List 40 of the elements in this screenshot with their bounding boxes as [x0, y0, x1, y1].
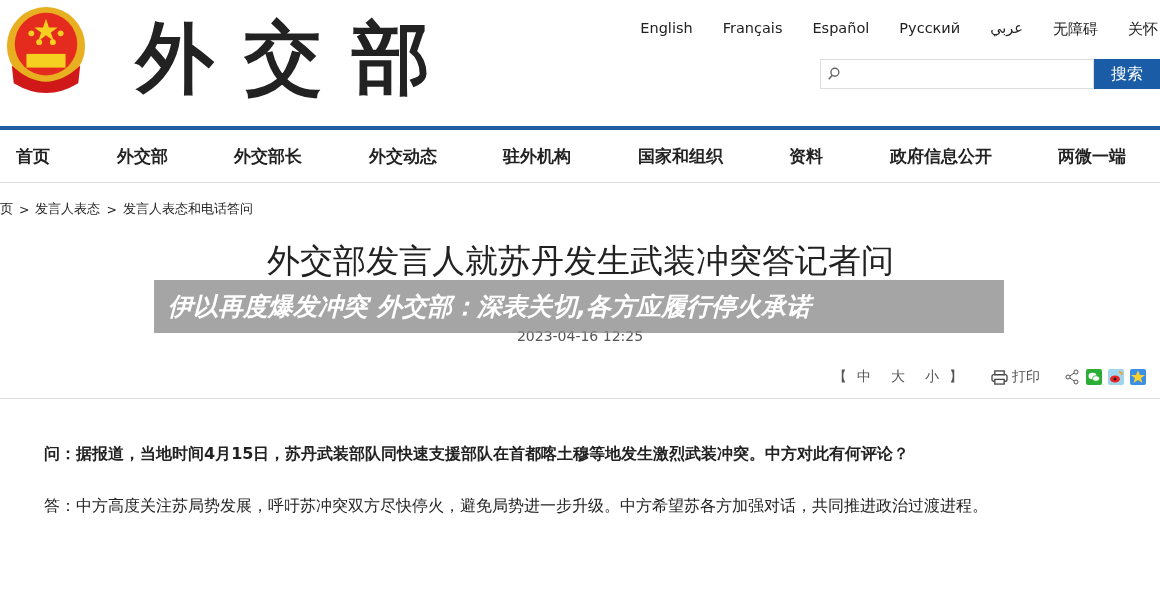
- article-title: 外交部发言人就苏丹发生武装冲突答记者问: [265, 240, 895, 282]
- nav-item[interactable]: 外交部长: [234, 144, 302, 168]
- star-icon[interactable]: [1130, 369, 1146, 385]
- question-paragraph: 问：据报道，当地时间4月15日，苏丹武装部队同快速支援部队在首都喀土穆等地发生激烈武装冲突。中方对此有何评论？: [44, 443, 911, 465]
- font-size-link[interactable]: 大: [891, 368, 905, 386]
- breadcrumb-link[interactable]: 页: [0, 201, 13, 218]
- nav-item[interactable]: 两微一端: [1058, 144, 1126, 168]
- bracket: 【: [833, 368, 847, 386]
- search-icon: [827, 67, 841, 81]
- eye-logo-icon[interactable]: [1108, 369, 1124, 385]
- language-link[interactable]: Français: [722, 20, 783, 39]
- nav-item[interactable]: 驻外机构: [503, 144, 571, 168]
- share-icon[interactable]: [1064, 369, 1080, 385]
- search-button[interactable]: 搜索: [1094, 59, 1160, 89]
- nav-item[interactable]: 外交部: [116, 144, 168, 168]
- search-field[interactable]: [820, 59, 1094, 89]
- language-link[interactable]: Русский: [899, 20, 961, 39]
- nav-item[interactable]: 外交动态: [368, 144, 437, 168]
- calligraphy-logo[interactable]: 外交部: [136, 4, 460, 114]
- font-size-link[interactable]: 小: [925, 368, 939, 386]
- chat-bubbles-icon[interactable]: [1086, 369, 1102, 385]
- nav-item[interactable]: 政府信息公开: [889, 144, 992, 168]
- printer-icon[interactable]: [991, 369, 1008, 385]
- caption-banner: 伊以再度爆发冲突 外交部：深表关切,各方应履行停火承诺: [154, 280, 1004, 333]
- language-link[interactable]: English: [640, 20, 693, 39]
- breadcrumb-separator: >: [19, 202, 30, 217]
- language-link[interactable]: 无障碍: [1053, 20, 1098, 39]
- language-link[interactable]: 关怀: [1128, 20, 1158, 39]
- nav-item[interactable]: 资料: [789, 144, 823, 168]
- breadcrumb-separator: >: [106, 202, 117, 217]
- bracket: 】: [949, 368, 963, 386]
- nav-item[interactable]: 国家和组织: [637, 144, 723, 168]
- print-link[interactable]: 打印: [1012, 368, 1040, 386]
- font-size-link[interactable]: 中: [857, 368, 871, 386]
- nav-item[interactable]: 首页: [16, 144, 50, 168]
- breadcrumb-link[interactable]: 发言人表态和电话答问: [122, 201, 253, 218]
- answer-paragraph: 答：中方高度关注苏局势发展，呼吁苏冲突双方尽快停火，避免局势进一步升级。中方希望苏各方加强对话，共同推进政治过渡进程。: [44, 495, 989, 517]
- language-link[interactable]: عربي: [990, 20, 1023, 39]
- language-link[interactable]: Español: [812, 20, 870, 39]
- breadcrumb-link[interactable]: 发言人表态: [35, 201, 101, 218]
